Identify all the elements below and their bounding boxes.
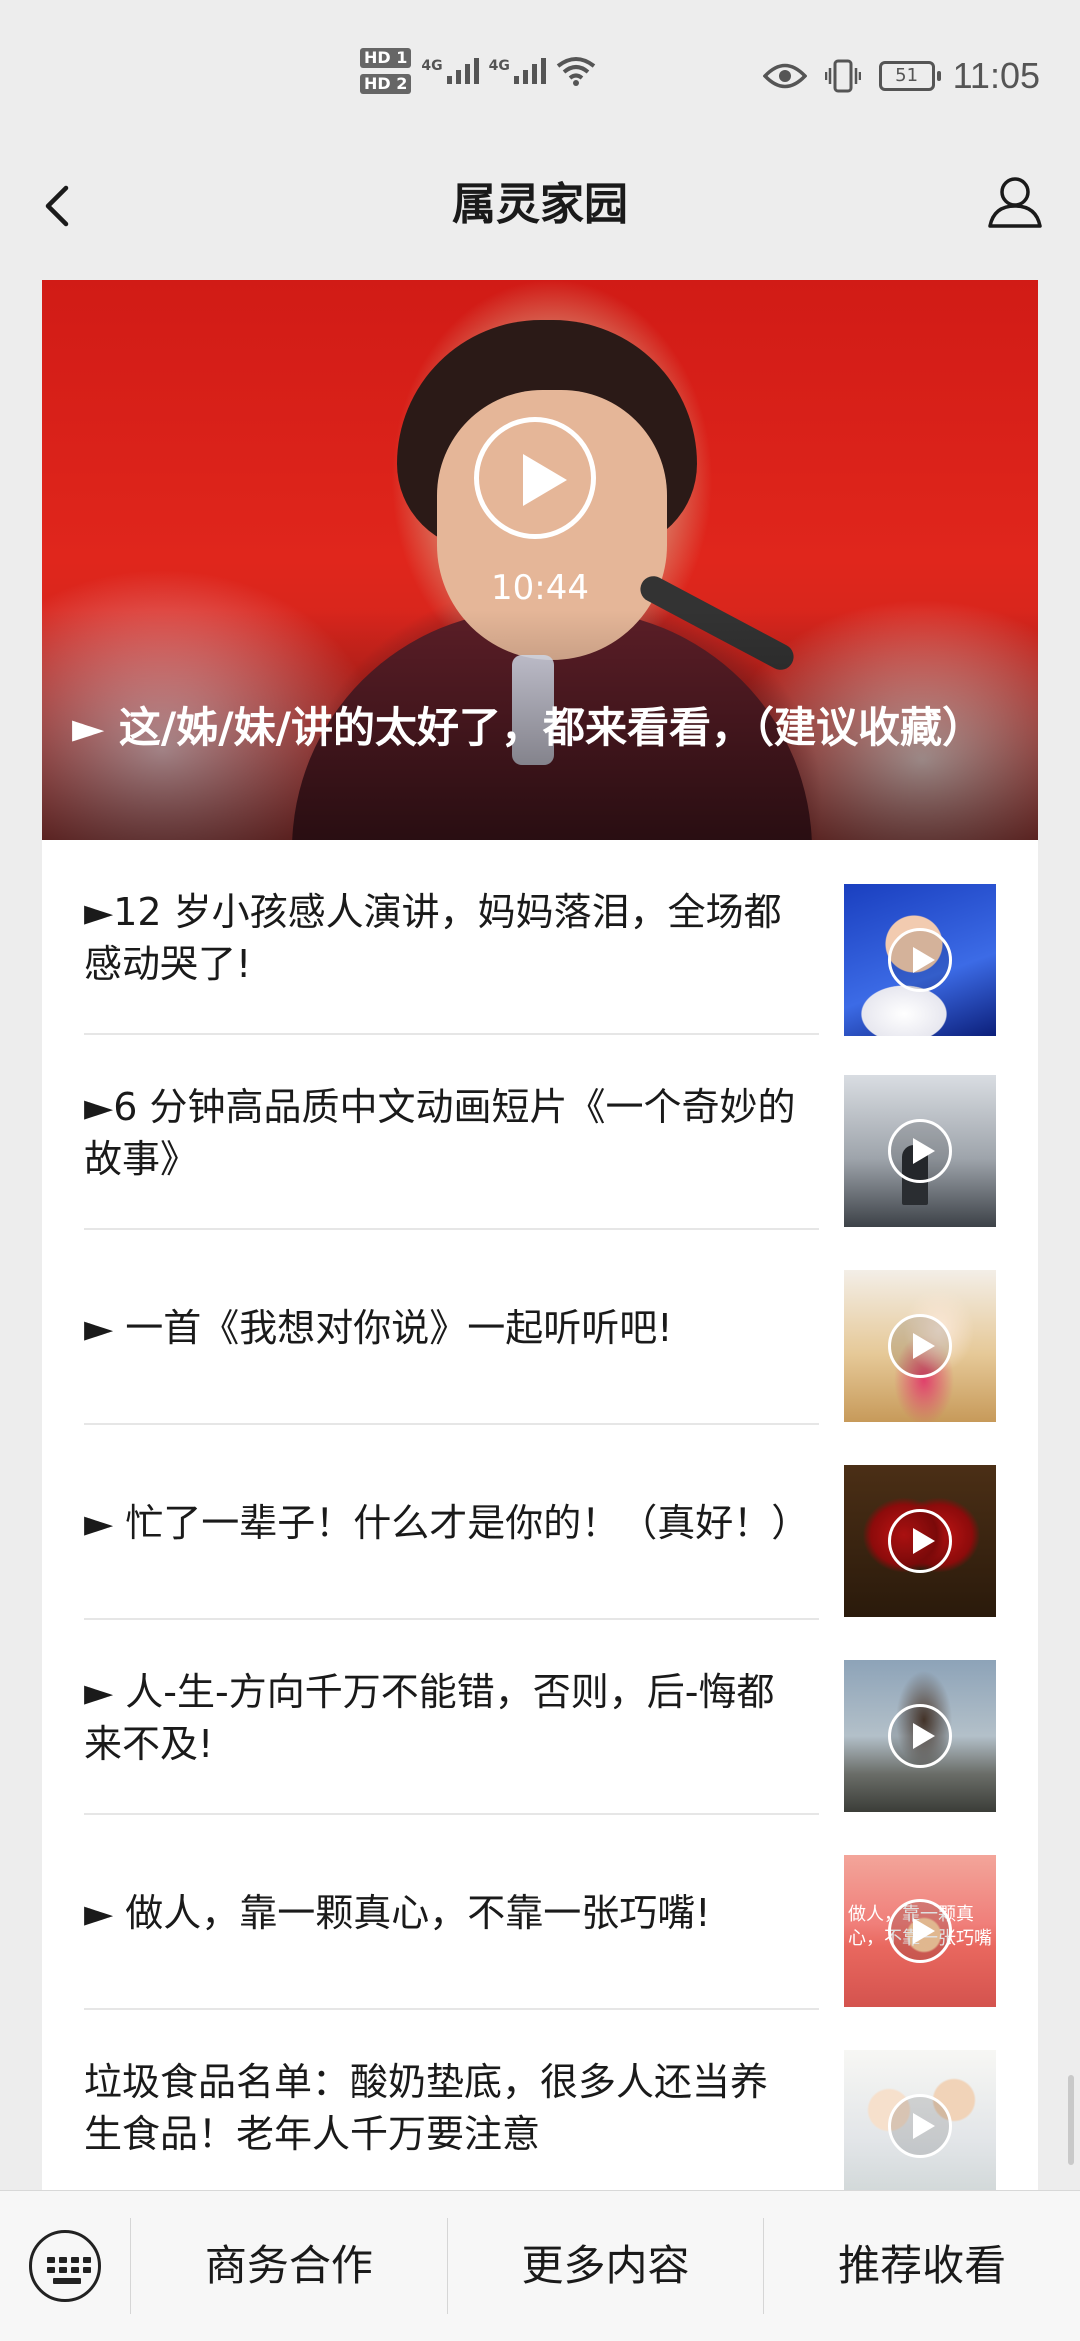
page-title: 属灵家园 [452,179,628,230]
hd1-badge: HD 1 [360,48,412,68]
list-item-title: ► 忙了一辈子！什么才是你的！（真好！） [84,1500,810,1545]
hero-video[interactable]: 10:44 ► 这/姊/妹/讲的太好了，都来看看，（建议收藏） [42,280,1038,840]
keyboard-toggle-button[interactable] [0,2191,130,2341]
vibrate-icon [824,59,861,93]
signal-group: HD 1 HD 2 4G 4G [360,48,596,94]
list-item[interactable]: ► 一首《我想对你说》一起听听吧! [84,1230,996,1425]
thumbnail-image [844,1660,996,1812]
list-item-title: ►6 分钟高品质中文动画短片《一个奇妙的故事》 [84,1084,796,1181]
scrollbar[interactable] [1068,2075,1074,2165]
list-item[interactable]: ► 做人，靠一颗真心，不靠一张巧嘴! 做人，靠一颗真心，不靠一张巧嘴 [84,1815,996,2010]
list-item[interactable]: ►6 分钟高品质中文动画短片《一个奇妙的故事》 [84,1035,996,1230]
thumbnail-image [844,1270,996,1422]
content-card: 10:44 ► 这/姊/妹/讲的太好了，都来看看，（建议收藏） ►12 岁小孩感… [42,280,1038,2200]
battery-icon: 51 [878,61,941,91]
clock: 11:05 [952,55,1040,96]
status-right: 51 11:05 [762,55,1040,97]
signal-2-icon: 4G [489,58,546,84]
thumbnail-image [844,1465,996,1617]
play-icon [888,1899,952,1963]
list-item[interactable]: ► 忙了一辈子！什么才是你的！（真好！） [84,1425,996,1620]
list-item-title: ► 做人，靠一颗真心，不靠一张巧嘴! [84,1890,711,1935]
list-item-title: ►12 岁小孩感人演讲，妈妈落泪，全场都感动哭了! [84,889,782,986]
nav-bar: 属灵家园 [0,150,1080,260]
menu-recommended[interactable]: 推荐收看 [764,2191,1080,2341]
wifi-icon [556,57,596,86]
menu-more-content[interactable]: 更多内容 [448,2191,764,2341]
thumbnail-image [844,1075,996,1227]
article-list: ►12 岁小孩感人演讲，妈妈落泪，全场都感动哭了! ►6 分钟高品质中文动画短片… [42,840,1038,2200]
list-item[interactable]: ►12 岁小孩感人演讲，妈妈落泪，全场都感动哭了! [84,840,996,1036]
play-icon [888,1509,952,1573]
profile-button[interactable] [980,168,1050,238]
thumbnail-image: 做人，靠一颗真心，不靠一张巧嘴 [844,1855,996,2007]
user-icon [988,177,1042,228]
play-icon [888,1314,952,1378]
hd-badges: HD 1 HD 2 [360,48,412,94]
hero-title: ► 这/姊/妹/讲的太好了，都来看看，（建议收藏） [72,703,984,752]
hd2-badge: HD 2 [360,74,412,94]
signal-1-icon: 4G [421,58,479,84]
play-icon [888,1704,952,1768]
list-item-title: 垃圾食品名单：酸奶垫底，很多人还当养生食品！老年人千万要注意 [84,2059,769,2156]
menu-business-cooperation[interactable]: 商务合作 [131,2191,447,2341]
play-icon [888,1119,952,1183]
keyboard-icon [29,2230,101,2302]
play-icon[interactable] [474,417,596,539]
list-item[interactable]: ► 人-生-方向千万不能错，否则，后-悔都来不及! [84,1620,996,1815]
video-duration: 10:44 [491,568,589,608]
play-icon [888,928,952,992]
list-item-title: ► 人-生-方向千万不能错，否则，后-悔都来不及! [84,1669,775,1766]
list-item-title: ► 一首《我想对你说》一起听听吧! [84,1305,673,1350]
eye-icon [762,63,807,89]
status-bar: HD 1 HD 2 4G 4G 51 11:05 [0,0,1080,150]
play-icon [888,2094,952,2158]
list-item[interactable]: 垃圾食品名单：酸奶垫底，很多人还当养生食品！老年人千万要注意 [84,2010,996,2200]
thumbnail-image [844,884,996,1036]
thumbnail-image [844,2050,996,2200]
bottom-menu: 商务合作 更多内容 推荐收看 [0,2190,1080,2341]
